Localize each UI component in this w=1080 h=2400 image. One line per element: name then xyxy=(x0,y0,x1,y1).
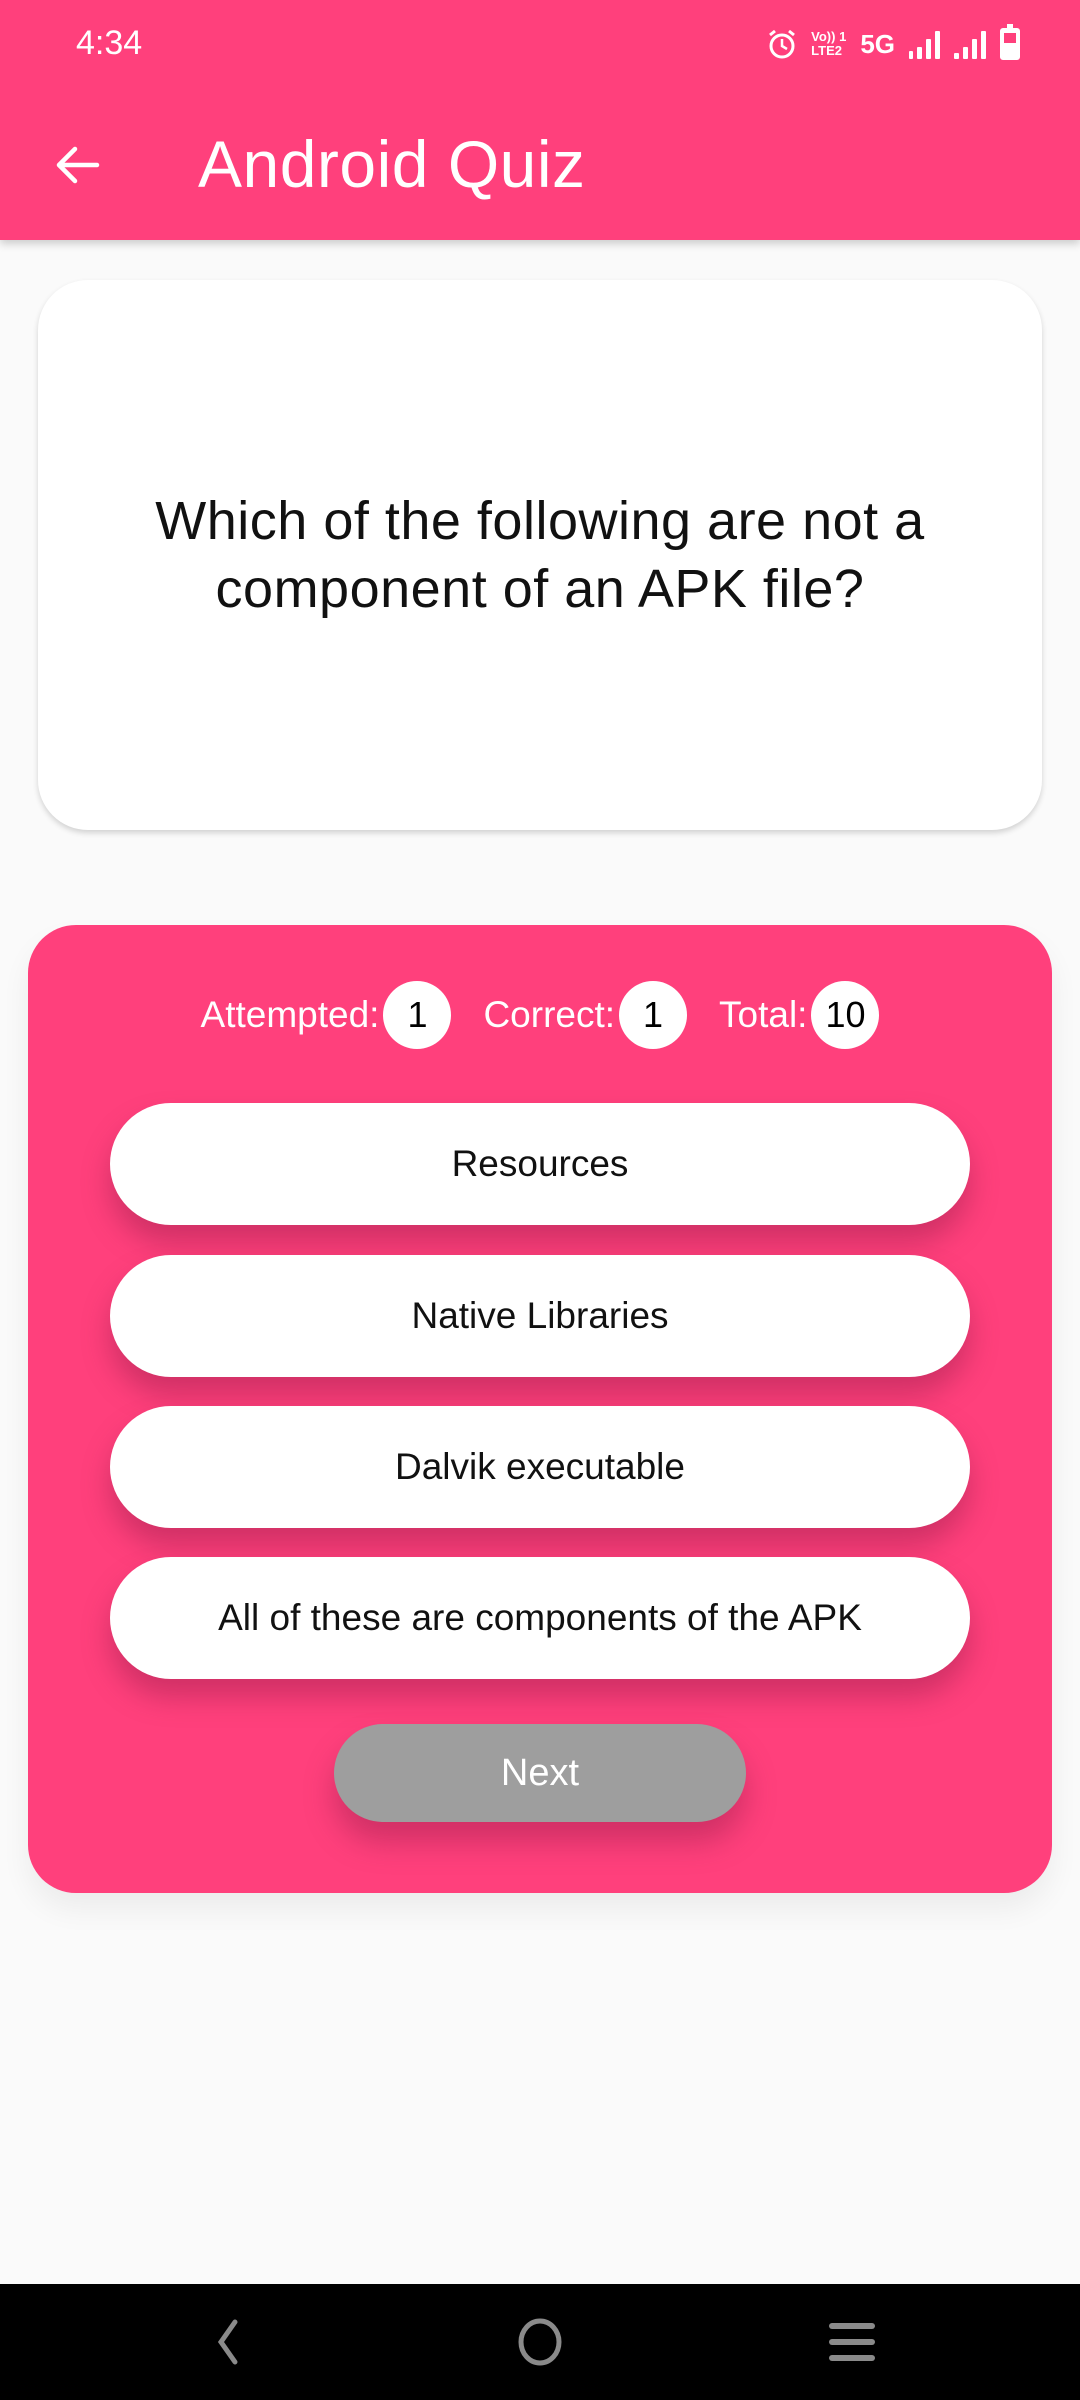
correct-count-badge: 1 xyxy=(619,981,688,1049)
attempted-count-badge: 1 xyxy=(383,981,452,1049)
status-time: 4:34 xyxy=(76,24,143,62)
alarm-icon xyxy=(769,29,796,59)
total-label: Total: xyxy=(719,994,808,1035)
lte2-label: LTE2 xyxy=(811,43,842,58)
next-button[interactable]: Next xyxy=(334,1724,746,1822)
signal-sim1-icon xyxy=(909,29,940,59)
nav-home-button[interactable] xyxy=(500,2312,580,2372)
answer-option-all-of-these[interactable]: All of these are components of the APK xyxy=(110,1557,970,1679)
quiz-panel: Attempted: 1 Correct: 1 Total: 10 Resour… xyxy=(28,925,1052,1893)
page-title: Android Quiz xyxy=(198,127,586,201)
nav-back-icon xyxy=(217,2319,238,2365)
5g-icon: 5G xyxy=(860,28,895,59)
battery-icon xyxy=(1000,24,1020,60)
stat-correct: Correct: 1 xyxy=(483,981,688,1049)
question-text: Which of the following are not a compone… xyxy=(155,491,925,619)
volte-lte2-icon: Vo)) 1 LTE2 xyxy=(811,30,846,58)
stat-total: Total: 10 xyxy=(719,981,880,1049)
stat-attempted: Attempted: 1 xyxy=(201,981,452,1049)
answer-option-dalvik-executable[interactable]: Dalvik executable xyxy=(110,1406,970,1528)
volte-label: Vo)) 1 xyxy=(811,29,847,44)
nav-home-icon xyxy=(518,2318,562,2366)
signal-sim2-icon xyxy=(954,29,986,59)
nav-back-button[interactable] xyxy=(188,2312,268,2372)
answer-option-native-libraries[interactable]: Native Libraries xyxy=(110,1255,970,1377)
nav-recents-button[interactable] xyxy=(812,2312,892,2372)
system-nav-bar xyxy=(0,2284,1080,2400)
status-icons: Vo)) 1 LTE2 5G xyxy=(767,22,1020,66)
score-stats: Attempted: 1 Correct: 1 Total: 10 xyxy=(28,980,1052,1050)
arrow-left-icon xyxy=(56,146,100,184)
app-header: 4:34 Vo)) 1 LTE2 5G Android Quiz xyxy=(0,0,1080,240)
question-card: Which of the following are not a compone… xyxy=(38,280,1042,830)
total-count-badge: 10 xyxy=(811,981,880,1049)
answer-option-resources[interactable]: Resources xyxy=(110,1103,970,1225)
attempted-label: Attempted: xyxy=(200,994,380,1035)
correct-label: Correct: xyxy=(483,994,616,1035)
nav-recents-icon xyxy=(829,2323,875,2361)
back-button[interactable] xyxy=(40,128,114,202)
